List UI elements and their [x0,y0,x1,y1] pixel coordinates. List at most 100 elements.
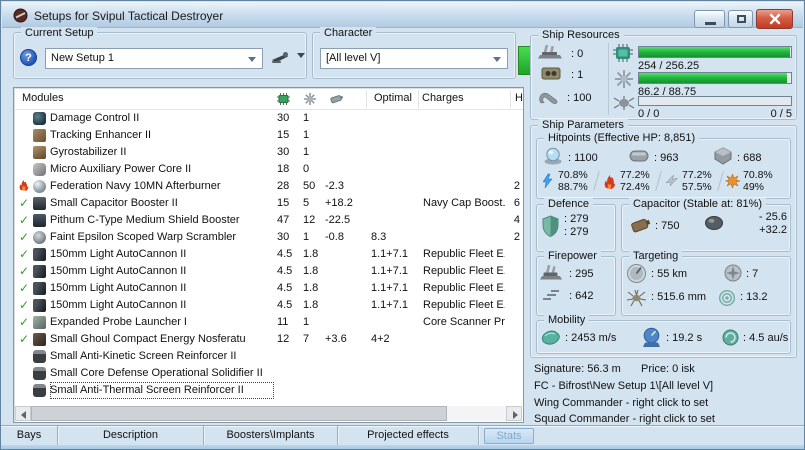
character-select[interactable]: [All level V] [320,48,508,69]
thermal-resist-shield: 77.2% [620,169,650,181]
price-value: Price: 0 isk [641,363,695,375]
module-active-check-icon[interactable]: ✓ [17,195,31,212]
module-name: Small Capacitor Booster II [50,197,178,209]
module-row[interactable]: Small Anti-Kinetic Screen Reinforcer II [14,348,523,365]
modules-list[interactable]: Modules Optimal Charges H Damage Control… [13,87,524,423]
module-cpu-value: 30 [277,112,290,124]
tab-boosters-implants[interactable]: Boosters\Implants [204,426,338,446]
module-cap-value [325,365,369,382]
module-cpu-value: 30 [277,231,290,243]
charges-column-header[interactable]: Charges [422,92,464,104]
title-bar[interactable]: Setups for Svipul Tactical Destroyer [2,2,803,29]
module-active-check-icon[interactable]: ✓ [17,331,31,348]
eft-window: Setups for Svipul Tactical Destroyer Cur… [0,0,805,450]
module-active-check-icon[interactable]: ✓ [17,314,31,331]
module-opt-value: 1.1+7.1 [371,282,409,294]
module-opt-value [371,178,419,195]
module-cpu-value: 4.5 [277,299,293,311]
module-row[interactable]: Gyrostabilizer II 30 1 [14,144,523,161]
squad-commander-line[interactable]: Squad Commander - right click to set [534,413,715,425]
module-chg-value: Core Scanner Pr... [423,316,505,328]
module-chg-value [423,229,505,246]
tab-stats[interactable]: Stats [484,428,534,444]
tab-bays[interactable]: Bays [1,426,58,446]
armor-hp-icon [628,147,650,165]
module-row[interactable]: Micro Auxiliary Power Core II 18 0 [14,161,523,178]
module-cpu-value [277,365,303,382]
module-row[interactable]: ✓ Faint Epsilon Scoped Warp Scrambler 30 1 -… [14,229,523,246]
max-targets-icon [724,264,742,282]
module-h-value [504,314,520,331]
fc-line[interactable]: FC - Bifrost\New Setup 1\[All level V] [534,380,713,392]
module-active-check-icon[interactable]: ✓ [17,263,31,280]
column-separator [510,90,511,108]
module-type-icon [33,180,46,193]
module-chg-value [423,212,505,229]
volley-icon [541,289,563,301]
capacitor-column-icon[interactable] [329,92,344,106]
module-pg-value: 1.8 [303,282,319,294]
horizontal-scrollbar[interactable] [15,406,522,421]
module-chg-value [423,161,505,178]
help-button[interactable]: ? [20,49,37,66]
scroll-right-button[interactable] [506,406,522,421]
module-cap-value [325,348,369,365]
firepower-dps-value: : 295 [569,268,594,280]
firepower-volley-value: : 642 [569,290,594,302]
optimal-column-header[interactable]: Optimal [374,92,412,104]
module-row[interactable]: Damage Control II 30 1 [14,110,523,127]
module-row[interactable]: ✓ 150mm Light AutoCannon II 4.5 1.8 1.1+7.1 R… [14,246,523,263]
powergrid-column-icon[interactable] [303,92,317,106]
module-cpu-value: 4.5 [277,265,293,277]
module-row[interactable]: Small Core Defense Operational Solidifie… [14,365,523,382]
close-icon [769,13,781,25]
module-active-check-icon[interactable]: ✓ [17,246,31,263]
module-row[interactable]: ✓ Small Capacitor Booster II 15 5 +18.2 Navy … [14,195,523,212]
drone-bandwidth-value: 0 / 0 [638,108,660,120]
fitting-tools-button[interactable] [270,50,306,67]
module-row[interactable]: Small Anti-Thermal Screen Reinforcer II [14,382,523,399]
module-row[interactable]: Federation Navy 10MN Afterburner 28 50 -2.3… [14,178,523,195]
module-state-empty [17,348,31,365]
align-time-icon [641,327,662,348]
module-cap-value [325,314,369,331]
module-opt-value [371,382,419,399]
current-setup-select[interactable]: New Setup 1 [45,48,263,69]
scroll-left-button[interactable] [15,406,31,421]
module-row[interactable]: ✓ 150mm Light AutoCannon II 4.5 1.8 1.1+7.1 R… [14,263,523,280]
module-active-check-icon[interactable]: ✓ [17,297,31,314]
close-button[interactable] [756,9,793,29]
module-cpu-value: 30 [277,146,290,158]
module-row[interactable]: ✓ Expanded Probe Launcher I 11 1 Core Scanne… [14,314,523,331]
maximize-button[interactable] [728,10,753,28]
module-row[interactable]: Tracking Enhancer II 15 1 [14,127,523,144]
cpu-icon [612,43,634,63]
overheat-flame-icon[interactable] [17,178,31,195]
module-active-check-icon[interactable]: ✓ [17,280,31,297]
armor-hp-value: : 963 [654,152,679,164]
ship-parameters-label: Ship Parameters [538,119,628,131]
module-row[interactable]: ✓ 150mm Light AutoCannon II 4.5 1.8 1.1+7.1 R… [14,280,523,297]
minimize-button[interactable] [694,10,725,28]
module-type-icon [33,163,46,176]
module-chg-value: Republic Fleet E... [423,248,505,260]
powergrid-bar [638,72,792,84]
module-row[interactable]: ✓ 150mm Light AutoCannon II 4.5 1.8 1.1+7.1 R… [14,297,523,314]
module-h-value [504,365,520,382]
column-separator [418,90,419,108]
tab-description[interactable]: Description [58,426,204,446]
cpu-column-icon[interactable] [276,92,291,106]
module-row[interactable]: ✓ Pithum C-Type Medium Shield Booster 47 12… [14,212,523,229]
module-cpu-value: 12 [277,333,290,345]
scrollbar-thumb[interactable] [31,406,447,421]
module-type-icon [33,231,46,244]
module-active-check-icon[interactable]: ✓ [17,229,31,246]
hits-column-header[interactable]: H [515,92,523,104]
wing-commander-line[interactable]: Wing Commander - right click to set [534,397,708,409]
module-active-check-icon[interactable]: ✓ [17,212,31,229]
tab-projected-effects[interactable]: Projected effects [338,426,479,446]
module-row[interactable]: ✓ Small Ghoul Compact Energy Nosferatu 12 7… [14,331,523,348]
module-cap-value [325,144,369,161]
defence-label: Defence [544,198,593,210]
module-name: Micro Auxiliary Power Core II [50,163,192,175]
